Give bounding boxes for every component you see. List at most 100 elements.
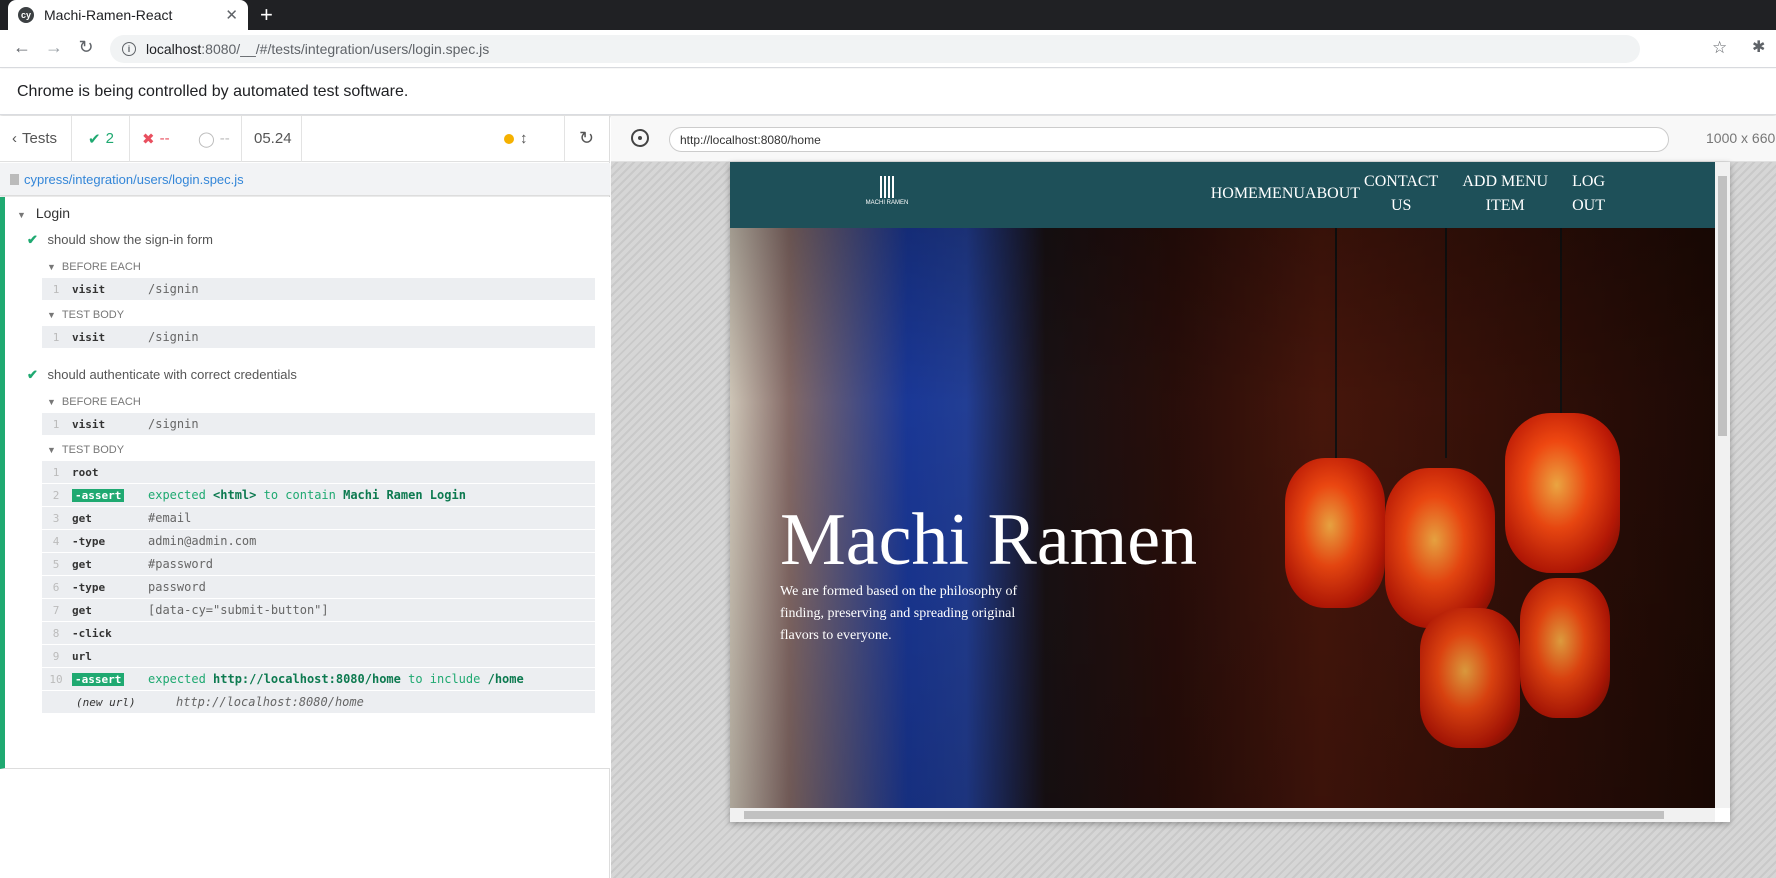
command-row[interactable]: 1 visit /signin [42, 413, 595, 436]
command-row[interactable]: 10 -assert expected http://localhost:808… [42, 668, 595, 691]
horizontal-scrollbar[interactable] [730, 808, 1715, 822]
test-title[interactable]: ✔ should show the sign-in form [27, 232, 213, 248]
command-row[interactable]: 1 visit /signin [42, 326, 595, 349]
reload-icon[interactable]: ↻ [74, 37, 98, 58]
suite-title[interactable]: ▼ Login [17, 205, 70, 221]
hero-title: Machi Ramen [780, 499, 1198, 581]
address-bar[interactable]: i localhost:8080/__/#/tests/integration/… [110, 35, 1640, 63]
info-icon[interactable]: i [122, 42, 136, 56]
logo-text: MACHI RAMEN [865, 200, 909, 206]
pending-circle-icon: ◯ [198, 130, 215, 148]
command-number: 2 [52, 488, 60, 502]
hook-before-each[interactable]: ▼ BEFORE EACH [47, 261, 141, 273]
duration: 05.24 [242, 115, 302, 162]
logo-mark-icon [864, 176, 910, 200]
assert-badge: -assert [72, 672, 125, 686]
command-row[interactable]: 7 get [data-cy="submit-button"] [42, 599, 595, 622]
aut-url-bar[interactable]: http://localhost:8080/home [669, 127, 1669, 152]
browser-tab[interactable]: cy Machi-Ramen-React ✕ [8, 0, 248, 30]
nav-home[interactable]: HOME [1211, 170, 1258, 218]
command-name: -type [72, 580, 106, 594]
command-name: url [72, 649, 92, 663]
nav-add-menu-item[interactable]: ADD MENU ITEM [1462, 170, 1548, 218]
command-row[interactable]: 1 visit /signin [42, 278, 595, 301]
selector-playground-icon[interactable] [631, 129, 649, 147]
failed-value: -- [159, 130, 170, 147]
spec-file-bar[interactable]: cypress/integration/users/login.spec.js [0, 163, 610, 196]
back-icon[interactable]: ← [10, 37, 34, 58]
url-host: localhost [146, 41, 202, 57]
command-row-new-url[interactable]: (new url) http://localhost:8080/home [42, 691, 595, 714]
command-message: #email [148, 511, 192, 525]
caret-down-icon: ▼ [47, 445, 56, 455]
rerun-icon: ↻ [579, 128, 595, 148]
command-name: -assert [70, 488, 148, 502]
command-message: /signin [148, 417, 199, 431]
site-nav-links: HOME MENU ABOUT CONTACT US ADD MENU ITEM… [1211, 170, 1605, 218]
extensions-icon[interactable]: ✱ [1752, 37, 1765, 57]
runnable-suite: ▼ Login ✔ should show the sign-in form ▼… [0, 197, 610, 769]
failed-count: ✖ -- [130, 116, 186, 162]
command-name: visit [72, 330, 106, 344]
command-number: 5 [52, 557, 60, 571]
hook-label: TEST BODY [61, 309, 125, 321]
command-number: 7 [52, 603, 60, 617]
new-tab-icon[interactable]: + [260, 2, 273, 28]
command-number: 1 [52, 417, 60, 431]
url-path: :8080/__/#/tests/integration/users/login… [201, 41, 490, 57]
hook-label: BEFORE EACH [61, 396, 141, 408]
command-row[interactable]: 3 get #email [42, 507, 595, 530]
cypress-reporter: ‹ Tests ✔ 2 ✖ -- ◯ -- 05.24 ↕ ↻ cypress/… [0, 115, 610, 878]
chevron-left-icon: ‹ [12, 130, 17, 147]
command-row[interactable]: 2 -assert expected <html> to contain Mac… [42, 484, 595, 507]
tab-title: Machi-Ramen-React [44, 7, 173, 23]
check-icon: ✔ [88, 130, 101, 148]
msg-part: <html> [213, 488, 257, 502]
file-icon [10, 173, 19, 185]
command-number: 1 [52, 282, 60, 296]
scroll-thumb[interactable] [744, 811, 1664, 819]
status-dot-icon [504, 133, 514, 144]
command-name: get [72, 603, 92, 617]
close-icon[interactable]: ✕ [225, 6, 238, 24]
nav-menu[interactable]: MENU [1258, 170, 1305, 218]
aut-panel: http://localhost:8080/home 1000 x 660 MA… [611, 116, 1776, 878]
tests-button[interactable]: ‹ Tests [0, 115, 72, 162]
command-list: 1 visit /signin [42, 278, 595, 301]
nav-logout[interactable]: LOG OUT [1572, 170, 1605, 218]
bookmark-star-icon[interactable]: ☆ [1712, 38, 1727, 58]
command-number: 3 [52, 511, 60, 525]
test-title[interactable]: ✔ should authenticate with correct crede… [27, 367, 297, 383]
hook-test-body[interactable]: ▼ TEST BODY [47, 444, 124, 456]
command-list: 1 visit /signin [42, 413, 595, 436]
nav-about[interactable]: ABOUT [1305, 170, 1360, 218]
command-name: visit [72, 417, 106, 431]
command-row[interactable]: 8 -click [42, 622, 595, 645]
hook-test-body[interactable]: ▼ TEST BODY [47, 309, 124, 321]
reporter-header: ‹ Tests ✔ 2 ✖ -- ◯ -- 05.24 ↕ ↻ [0, 115, 610, 162]
forward-icon[interactable]: → [42, 37, 66, 58]
command-row[interactable]: 6 -type password [42, 576, 595, 599]
site-logo[interactable]: MACHI RAMEN [864, 176, 910, 210]
command-name: get [72, 511, 92, 525]
passed-value: 2 [105, 130, 114, 147]
hero-subtitle: We are formed based on the philosophy of… [780, 584, 1018, 643]
vertical-scrollbar[interactable] [1715, 162, 1730, 808]
command-message: admin@admin.com [148, 534, 257, 548]
command-row[interactable]: 4 -type admin@admin.com [42, 530, 595, 553]
hook-before-each[interactable]: ▼ BEFORE EACH [47, 396, 141, 408]
command-message: expected http://localhost:8080/home to i… [148, 672, 524, 686]
command-row[interactable]: 5 get #password [42, 553, 595, 576]
pending-count: ◯ -- [186, 115, 242, 162]
aut-url-text: http://localhost:8080/home [680, 132, 821, 147]
nav-contact-us[interactable]: CONTACT US [1364, 170, 1438, 218]
auto-scroll-toggle[interactable]: ↕ [492, 116, 564, 162]
command-row[interactable]: 9 url [42, 645, 595, 668]
command-name: -click [72, 626, 112, 640]
command-name: (new url) [76, 695, 136, 709]
command-row[interactable]: 1 root [42, 461, 595, 484]
rerun-button[interactable]: ↻ [564, 115, 610, 162]
scroll-thumb[interactable] [1718, 176, 1727, 436]
command-name: visit [72, 282, 106, 296]
msg-part: expected [148, 672, 206, 686]
